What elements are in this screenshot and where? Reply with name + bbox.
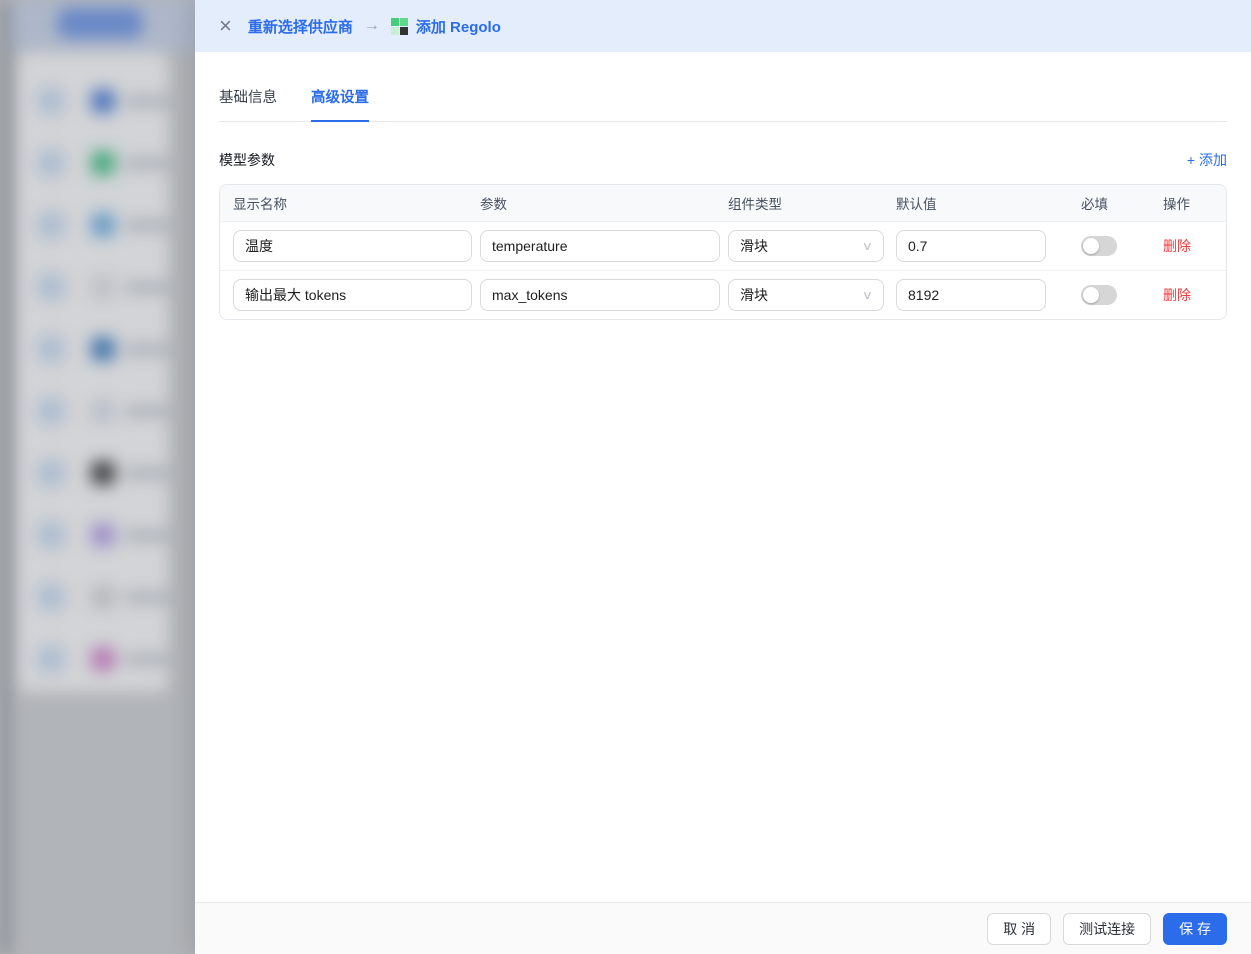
logo-square-br (400, 27, 408, 35)
delete-row-button[interactable]: 删除 (1163, 236, 1191, 256)
cancel-button[interactable]: 取 消 (987, 913, 1051, 945)
toggle-knob (1083, 287, 1099, 303)
delete-row-button[interactable]: 删除 (1163, 285, 1191, 305)
model-params-section-header: 模型参数 + 添加 (219, 150, 1227, 170)
col-param: 参数 (480, 193, 728, 213)
required-toggle[interactable] (1081, 285, 1117, 305)
reselect-provider-link[interactable]: 重新选择供应商 (248, 16, 353, 37)
col-component-type: 组件类型 (728, 193, 896, 213)
component-type-select[interactable]: 滑块 ∨ (728, 279, 884, 311)
tab-basic-info[interactable]: 基础信息 (219, 86, 277, 122)
regolo-logo-icon (391, 18, 408, 35)
param-name-input[interactable] (480, 279, 720, 311)
required-toggle[interactable] (1081, 236, 1117, 256)
toggle-knob (1083, 238, 1099, 254)
tab-advanced-settings[interactable]: 高级设置 (311, 86, 369, 122)
display-name-input[interactable] (233, 279, 472, 311)
param-table-row: 滑块 ∨ 删除 (220, 221, 1226, 270)
logo-square-bl (391, 27, 399, 35)
add-provider-drawer: × 重新选择供应商 → 添加 Regolo 基础信息 高级设置 模型参数 + 添… (195, 0, 1251, 954)
logo-square-tl (391, 18, 399, 26)
col-default-value: 默认值 (896, 193, 1081, 213)
default-value-input[interactable] (896, 230, 1046, 262)
logo-square-tr (400, 18, 408, 26)
col-display-name: 显示名称 (233, 193, 480, 213)
col-required: 必填 (1081, 193, 1163, 213)
drawer-header: × 重新选择供应商 → 添加 Regolo (195, 0, 1251, 52)
select-value: 滑块 (740, 236, 768, 256)
chevron-down-icon: ∨ (862, 288, 873, 302)
test-connection-button[interactable]: 测试连接 (1063, 913, 1151, 945)
tab-bar: 基础信息 高级设置 (219, 52, 1227, 122)
close-icon[interactable]: × (219, 15, 232, 37)
drawer-footer: 取 消 测试连接 保 存 (195, 902, 1251, 954)
default-value-input[interactable] (896, 279, 1046, 311)
param-table-row: 滑块 ∨ 删除 (220, 270, 1226, 319)
select-value: 滑块 (740, 285, 768, 305)
drawer-title: 添加 Regolo (416, 16, 501, 37)
model-params-table: 显示名称 参数 组件类型 默认值 必填 操作 滑块 ∨ 删除 滑块 ∨ (219, 184, 1227, 320)
table-header-row: 显示名称 参数 组件类型 默认值 必填 操作 (220, 185, 1226, 221)
table-body: 滑块 ∨ 删除 滑块 ∨ 删除 (220, 221, 1226, 319)
add-param-button[interactable]: + 添加 (1187, 150, 1227, 170)
chevron-down-icon: ∨ (862, 239, 873, 253)
component-type-select[interactable]: 滑块 ∨ (728, 230, 884, 262)
arrow-right-icon: → (364, 17, 380, 35)
display-name-input[interactable] (233, 230, 472, 262)
save-button[interactable]: 保 存 (1163, 913, 1227, 945)
param-name-input[interactable] (480, 230, 720, 262)
section-title: 模型参数 (219, 150, 275, 170)
col-action: 操作 (1163, 193, 1213, 213)
